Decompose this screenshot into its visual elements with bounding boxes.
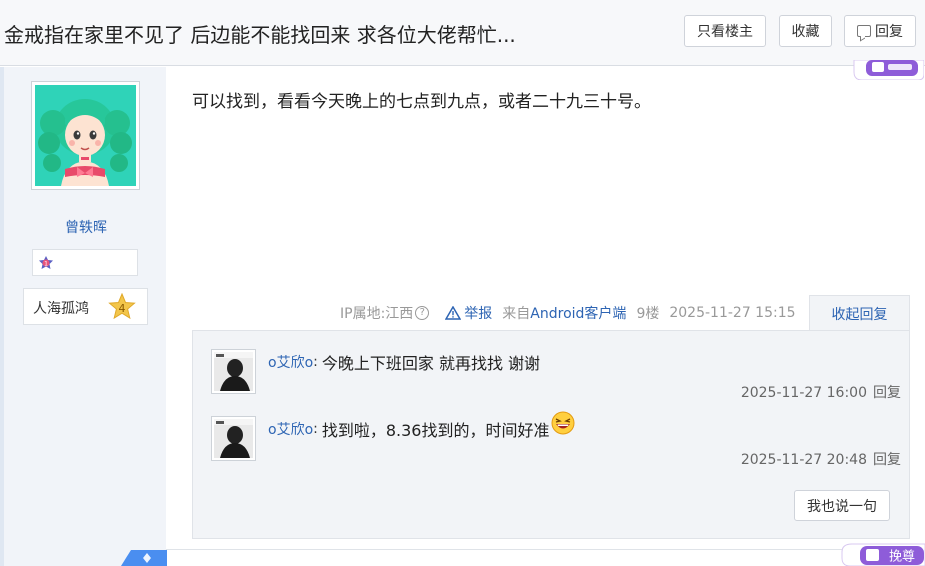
sub-reply-avatar[interactable]	[211, 349, 256, 394]
report-link[interactable]: 举报	[445, 303, 492, 323]
sub-reply-meta: 2025-11-27 20:48 回复	[741, 449, 901, 469]
laughing-emoji-icon	[551, 411, 574, 435]
post-divider	[166, 549, 925, 550]
sub-reply-reply-link[interactable]: 回复	[873, 452, 901, 468]
avatar-image	[214, 352, 253, 391]
favorite-button[interactable]: 收藏	[779, 15, 832, 47]
only-op-button[interactable]: 只看楼主	[684, 15, 766, 47]
wanzun-badge-icon[interactable]	[848, 60, 924, 80]
author-username[interactable]: 曾轶晖	[0, 217, 172, 237]
wanzun-badge[interactable]: 挽尊	[838, 542, 925, 566]
help-icon[interactable]: ?	[415, 306, 430, 320]
sub-reply-meta: 2025-11-27 16:00 回复	[741, 382, 901, 402]
author-panel: 曾轶晖 1 人海孤鸿 4	[0, 67, 166, 566]
level-icon: 1	[39, 256, 53, 269]
sub-reply-username[interactable]: o艾欣o	[268, 352, 313, 372]
post-page: 金戒指在家里不见了 后边能不能找回来 求各位大佬帮忙... 只看楼主 收藏 回复	[0, 0, 925, 566]
report-label: 举报	[464, 306, 493, 322]
sub-reply-text: 今晚上下班回家 就再找找 谢谢	[321, 354, 541, 373]
post-content: 可以找到，看看今天晚上的七点到九点，或者二十九三十号。	[192, 92, 651, 112]
post-source: 来自Android客户端	[502, 306, 627, 322]
sub-reply-reply-link[interactable]: 回复	[873, 385, 901, 401]
sub-reply-avatar[interactable]	[211, 416, 256, 461]
member-group-name: 人海孤鸿	[33, 301, 89, 317]
reply-button[interactable]: 回复	[844, 15, 916, 47]
avatar-image	[35, 85, 136, 186]
client-link[interactable]: Android客户端	[530, 306, 626, 322]
star-level-icon: 4	[108, 293, 136, 320]
post-meta: IP属地:江西 ? 举报 来自Android客户端 9楼 2025-11-27 …	[340, 304, 796, 322]
thread-header: 金戒指在家里不见了 后边能不能找回来 求各位大佬帮忙... 只看楼主 收藏 回复	[0, 0, 925, 66]
member-group-badge[interactable]: 人海孤鸿 4	[23, 288, 148, 325]
sub-reply-line: o艾欣o: 找到啦，8.36找到的，时间好准	[268, 411, 575, 441]
sub-reply-username[interactable]: o艾欣o	[268, 419, 313, 439]
reply-button-label: 回复	[875, 24, 903, 40]
warning-icon	[445, 306, 462, 320]
author-level-badge[interactable]: 1	[32, 249, 138, 276]
floor-number: 9楼	[636, 306, 660, 322]
author-avatar[interactable]	[31, 81, 140, 190]
thread-title: 金戒指在家里不见了 后边能不能找回来 求各位大佬帮忙...	[4, 23, 516, 47]
wanzun-badge-icon: 挽尊	[841, 543, 925, 566]
svg-text:1: 1	[44, 260, 48, 267]
svg-text:4: 4	[119, 302, 126, 315]
avatar-image	[214, 419, 253, 458]
sub-reply-panel: o艾欣o: 今晚上下班回家 就再找找 谢谢 2025-11-27 16:00 回复…	[192, 330, 910, 539]
add-comment-button[interactable]: 我也说一句	[794, 490, 890, 521]
ip-location: IP属地:江西	[340, 306, 414, 322]
sub-reply-text: 找到啦，8.36找到的，时间好准	[321, 421, 550, 440]
collapse-replies-button[interactable]: 收起回复	[809, 295, 910, 331]
corner-ribbon-icon	[121, 550, 167, 566]
sub-reply-line: o艾欣o: 今晚上下班回家 就再找找 谢谢	[268, 350, 540, 374]
sub-reply-time: 2025-11-27 16:00	[740, 385, 867, 401]
wanzun-badge-label: 挽尊	[889, 549, 915, 565]
sub-reply-time: 2025-11-27 20:48	[740, 452, 867, 468]
post-time: 2025-11-27 15:15	[669, 305, 796, 321]
comment-icon	[857, 25, 871, 37]
